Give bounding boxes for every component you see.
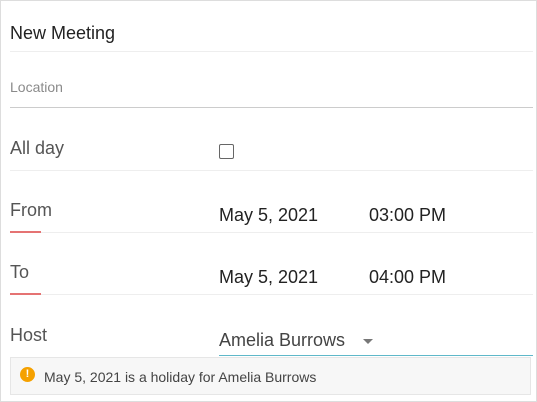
- all-day-label: All day: [10, 138, 65, 158]
- title-row[interactable]: New Meeting: [10, 1, 533, 52]
- exclamation-circle-icon: !: [20, 367, 35, 382]
- host-value: Amelia Burrows: [219, 330, 346, 350]
- chevron-down-icon[interactable]: [363, 339, 373, 344]
- holiday-warning: ! May 5, 2021 is a holiday for Amelia Bu…: [10, 357, 531, 395]
- from-date[interactable]: May 5, 2021: [219, 205, 318, 226]
- to-time[interactable]: 04:00 PM: [369, 267, 446, 288]
- meeting-title[interactable]: New Meeting: [10, 23, 115, 44]
- from-row: From May 5, 2021 03:00 PM: [10, 170, 533, 233]
- to-date[interactable]: May 5, 2021: [219, 267, 318, 288]
- host-label: Host: [10, 325, 48, 345]
- warning-text: May 5, 2021 is a holiday for Amelia Burr…: [44, 369, 317, 385]
- all-day-checkbox[interactable]: [219, 144, 234, 159]
- from-time[interactable]: 03:00 PM: [369, 205, 446, 226]
- host-dropdown[interactable]: Amelia Burrows: [219, 325, 533, 356]
- location-input[interactable]: [10, 79, 530, 95]
- host-row: Host Amelia Burrows: [10, 295, 533, 357]
- all-day-row: All day: [10, 108, 533, 171]
- to-row: To May 5, 2021 04:00 PM: [10, 232, 533, 295]
- to-label: To: [10, 262, 30, 282]
- from-label: From: [10, 200, 52, 220]
- location-row: [10, 51, 533, 108]
- meeting-form: New Meeting All day From May 5, 2021 03:…: [0, 0, 537, 402]
